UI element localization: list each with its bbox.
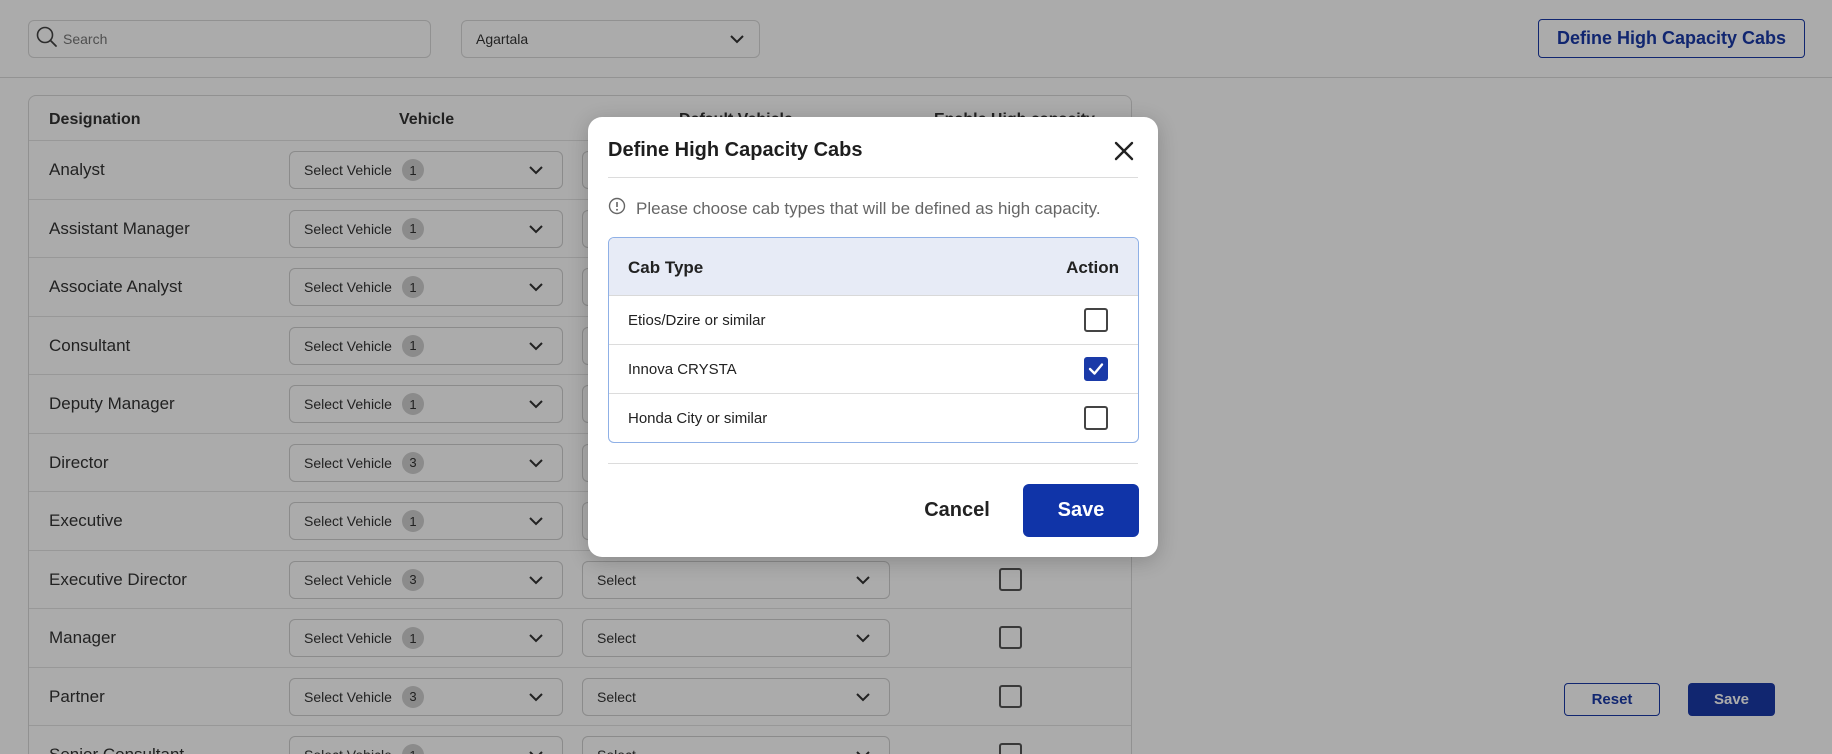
divider — [608, 463, 1138, 464]
info-icon — [608, 197, 636, 220]
close-icon[interactable] — [1112, 139, 1136, 163]
define-high-capacity-cabs-modal: Define High Capacity Cabs Please choose … — [588, 117, 1158, 557]
cab-type-table: Cab Type Action Etios/Dzire or similar In… — [608, 237, 1139, 443]
cab-type-row: Honda City or similar — [609, 394, 1138, 442]
cab-type-name: Honda City or similar — [628, 410, 768, 427]
header-cab-type: Cab Type — [628, 258, 704, 277]
cab-type-checkbox[interactable] — [1084, 357, 1108, 381]
modal-title: Define High Capacity Cabs — [608, 139, 863, 161]
cab-rows: Etios/Dzire or similar Innova CRYSTA Honda… — [609, 296, 1138, 442]
cab-type-checkbox[interactable] — [1084, 308, 1108, 332]
cab-type-name: Innova CRYSTA — [628, 361, 737, 378]
save-button[interactable]: Save — [1023, 484, 1139, 537]
cab-type-name: Etios/Dzire or similar — [628, 312, 766, 329]
cancel-button[interactable]: Cancel — [887, 484, 1027, 536]
cab-type-checkbox[interactable] — [1084, 406, 1108, 430]
divider — [608, 177, 1138, 178]
info-text: Please choose cab types that will be def… — [636, 198, 1101, 218]
cab-type-row: Etios/Dzire or similar — [609, 296, 1138, 345]
cab-type-row: Innova CRYSTA — [609, 345, 1138, 394]
info-message: Please choose cab types that will be def… — [608, 197, 1101, 220]
check-icon — [1086, 363, 1106, 383]
header-action: Action — [1066, 258, 1119, 277]
cab-table-header: Cab Type Action — [609, 238, 1138, 296]
